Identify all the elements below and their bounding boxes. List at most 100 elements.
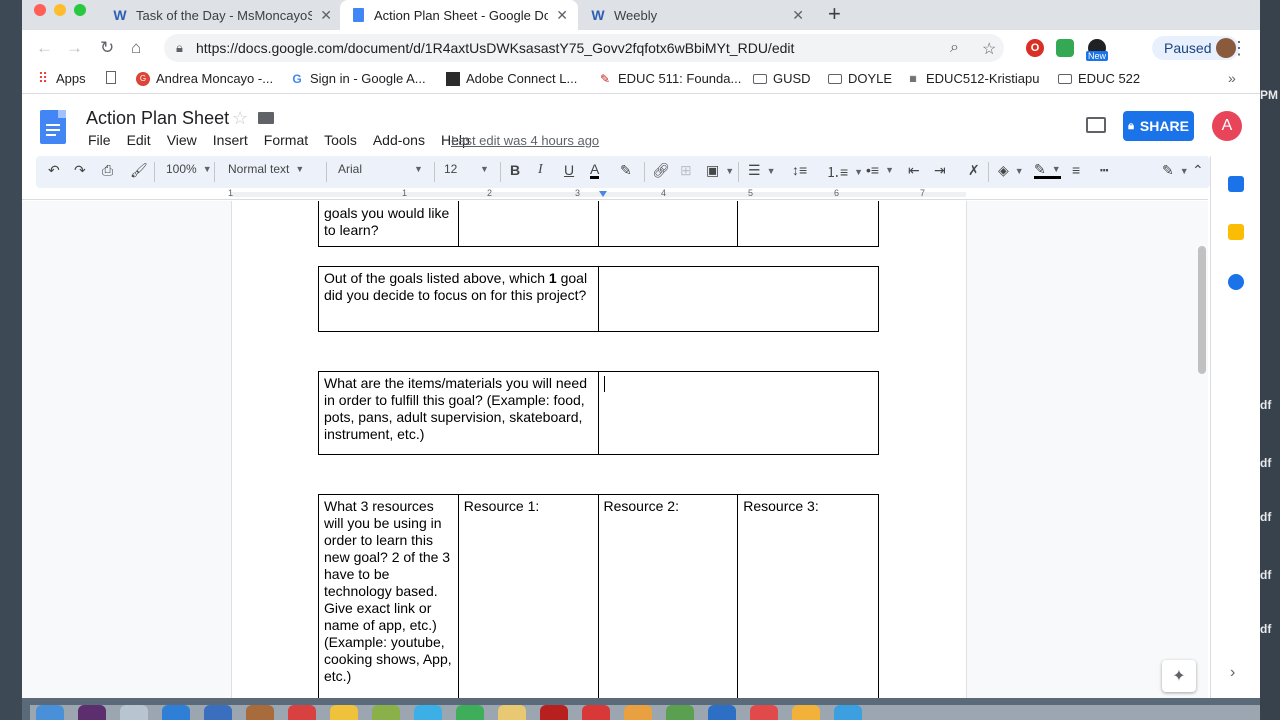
clear-formatting-icon[interactable]: ✗ [968,162,980,179]
bookmark-educ512[interactable]: ▦ EDUC512-Kristiapu [906,71,1039,86]
table-cell[interactable]: What 3 resources will you be using in or… [318,494,459,698]
tab-weebly[interactable]: W Weebly ✕ [580,0,814,30]
move-folder-icon[interactable] [258,112,274,124]
table-cell[interactable]: Resource 1: [457,494,599,698]
text-color-icon[interactable]: A [590,162,600,179]
keep-icon[interactable] [1228,224,1244,240]
menu-insert[interactable]: Insert [205,132,256,148]
menu-tools[interactable]: Tools [316,132,365,148]
decrease-indent-icon[interactable]: ⇤ [908,162,920,179]
explore-icon[interactable]: ✦ [1162,660,1196,692]
new-tab-button[interactable]: + [828,1,841,27]
table-cell[interactable]: goals you would like to learn? [318,201,459,247]
table-cell[interactable]: Resource 2: [597,494,739,698]
table-cell[interactable]: Resource 3: [737,494,879,698]
table-cell[interactable] [737,201,879,247]
weebly-icon: W [113,7,127,23]
menu-file[interactable]: File [80,132,119,148]
profile-button[interactable]: Paused [1152,36,1240,60]
account-avatar[interactable]: A [1212,111,1242,141]
home-icon[interactable]: ⌂ [131,38,141,58]
vertical-scrollbar[interactable] [1198,246,1206,374]
bookmark-sign-in-google[interactable]: G Sign in - Google A... [290,71,425,86]
chevron-right-icon[interactable]: › [1230,664,1235,682]
table-cell[interactable]: What are the items/materials you will ne… [318,371,599,455]
editing-mode-icon[interactable]: ✎ ▼ [1162,162,1189,179]
bold-icon[interactable]: B [510,162,520,178]
font-select[interactable]: Arial ▼ [338,162,428,176]
close-tab-icon[interactable]: ✕ [792,7,804,24]
bookmark-adobe-connect[interactable]: Adobe Connect L... [446,71,577,86]
tab-action-plan-sheet[interactable]: Action Plan Sheet - Google Doc ✕ [340,0,578,30]
italic-icon[interactable]: I [538,162,543,178]
insert-image-icon[interactable]: ▣ ▼ [706,162,734,179]
bookmark-page[interactable] [106,71,122,84]
undo-icon[interactable]: ↶ [48,162,60,179]
tab-task-of-the-day[interactable]: W Task of the Day - MsMoncayoS ✕ [102,0,342,30]
highlight-color-icon[interactable]: ✎ [620,162,632,179]
line-spacing-icon[interactable]: ↕≡ [792,162,807,178]
tasks-icon[interactable] [1228,274,1244,290]
print-icon[interactable]: ⎙ [102,162,113,179]
bookmark-star-icon[interactable]: ☆ [982,39,996,59]
question-text: Out of the goals listed above, which [324,270,549,286]
colorful-extension-icon[interactable] [1056,39,1074,57]
hide-menus-icon[interactable]: ⌃ [1192,162,1204,179]
border-dash-icon[interactable]: ┅ [1100,162,1108,179]
cell-background-icon[interactable]: ◈ ▼ [998,162,1024,179]
bookmark-educ-522[interactable]: EDUC 522 [1058,71,1140,86]
table-cell[interactable] [457,201,599,247]
chrome-menu-icon[interactable]: ⋮ [1230,38,1248,59]
border-color-icon[interactable]: ✎ ▼ [1034,162,1061,179]
menu-format[interactable]: Format [256,132,316,148]
minimize-window-button[interactable] [54,4,66,16]
border-width-icon[interactable]: ≡ [1072,162,1080,178]
close-tab-icon[interactable]: ✕ [320,7,332,24]
bookmark-apps[interactable]: ⠿ Apps [36,70,86,86]
table-cell[interactable]: Out of the goals listed above, which 1 g… [318,266,599,332]
google-docs-logo-icon[interactable] [40,110,66,144]
bookmark-andrea-moncayo[interactable]: G Andrea Moncayo -... [136,71,273,86]
paragraph-style-select[interactable]: Normal text ▼ [228,162,320,176]
ruler-tick: 1 [228,188,234,198]
comment-history-icon[interactable] [1086,117,1106,133]
last-edit-link[interactable]: Last edit was 4 hours ago [451,133,599,148]
opera-extension-icon[interactable]: O [1026,39,1044,57]
address-bar[interactable]: 🔒︎ https://docs.google.com/document/d/1R… [164,34,1004,62]
underline-icon[interactable]: U [564,162,574,178]
more-bookmarks-button[interactable]: » [1228,70,1236,86]
back-arrow-icon[interactable]: ← [36,38,53,58]
align-icon[interactable]: ☰ ▼ [748,162,775,179]
increase-indent-icon[interactable]: ⇥ [934,162,946,179]
zoom-icon[interactable]: ⌕ [950,39,959,57]
numbered-list-icon[interactable]: ⒈≡ ▼ [826,162,863,182]
bookmark-doyle[interactable]: DOYLE [828,71,892,86]
close-window-button[interactable] [34,4,46,16]
bulleted-list-icon[interactable]: •≡ ▼ [866,162,894,178]
forward-arrow-icon[interactable]: → [66,38,83,58]
reload-icon[interactable]: ↻ [100,38,114,58]
close-tab-icon[interactable]: ✕ [556,7,568,24]
share-button[interactable]: 🔒︎ SHARE [1123,111,1194,141]
document-title[interactable]: Action Plan Sheet [86,108,229,129]
adobe-connect-icon [446,71,460,86]
calendar-icon[interactable] [1228,176,1244,192]
menu-add-ons[interactable]: Add-ons [365,132,433,148]
menu-edit[interactable]: Edit [119,132,159,148]
bookmark-educ-511[interactable]: ✎ EDUC 511: Founda... [598,71,741,86]
paint-format-icon[interactable]: 🖌︎ [130,162,148,179]
insert-link-icon[interactable]: 🔗︎ [652,162,670,179]
bookmark-gusd[interactable]: GUSD [753,71,811,86]
ruler-tick: 6 [834,188,840,198]
menu-view[interactable]: View [159,132,205,148]
maximize-window-button[interactable] [74,4,86,16]
answer-cell[interactable] [597,266,880,332]
redo-icon[interactable]: ↷ [74,162,86,179]
answer-cell-active[interactable] [597,371,880,455]
font-size-select[interactable]: 12 ▼ [444,162,494,176]
add-comment-icon[interactable]: ⊞ [680,162,692,179]
table-cell[interactable] [597,201,739,247]
star-icon[interactable]: ☆ [232,108,248,129]
desktop-left-edge [0,0,22,720]
zoom-select[interactable]: 100% ▼ [166,162,212,176]
